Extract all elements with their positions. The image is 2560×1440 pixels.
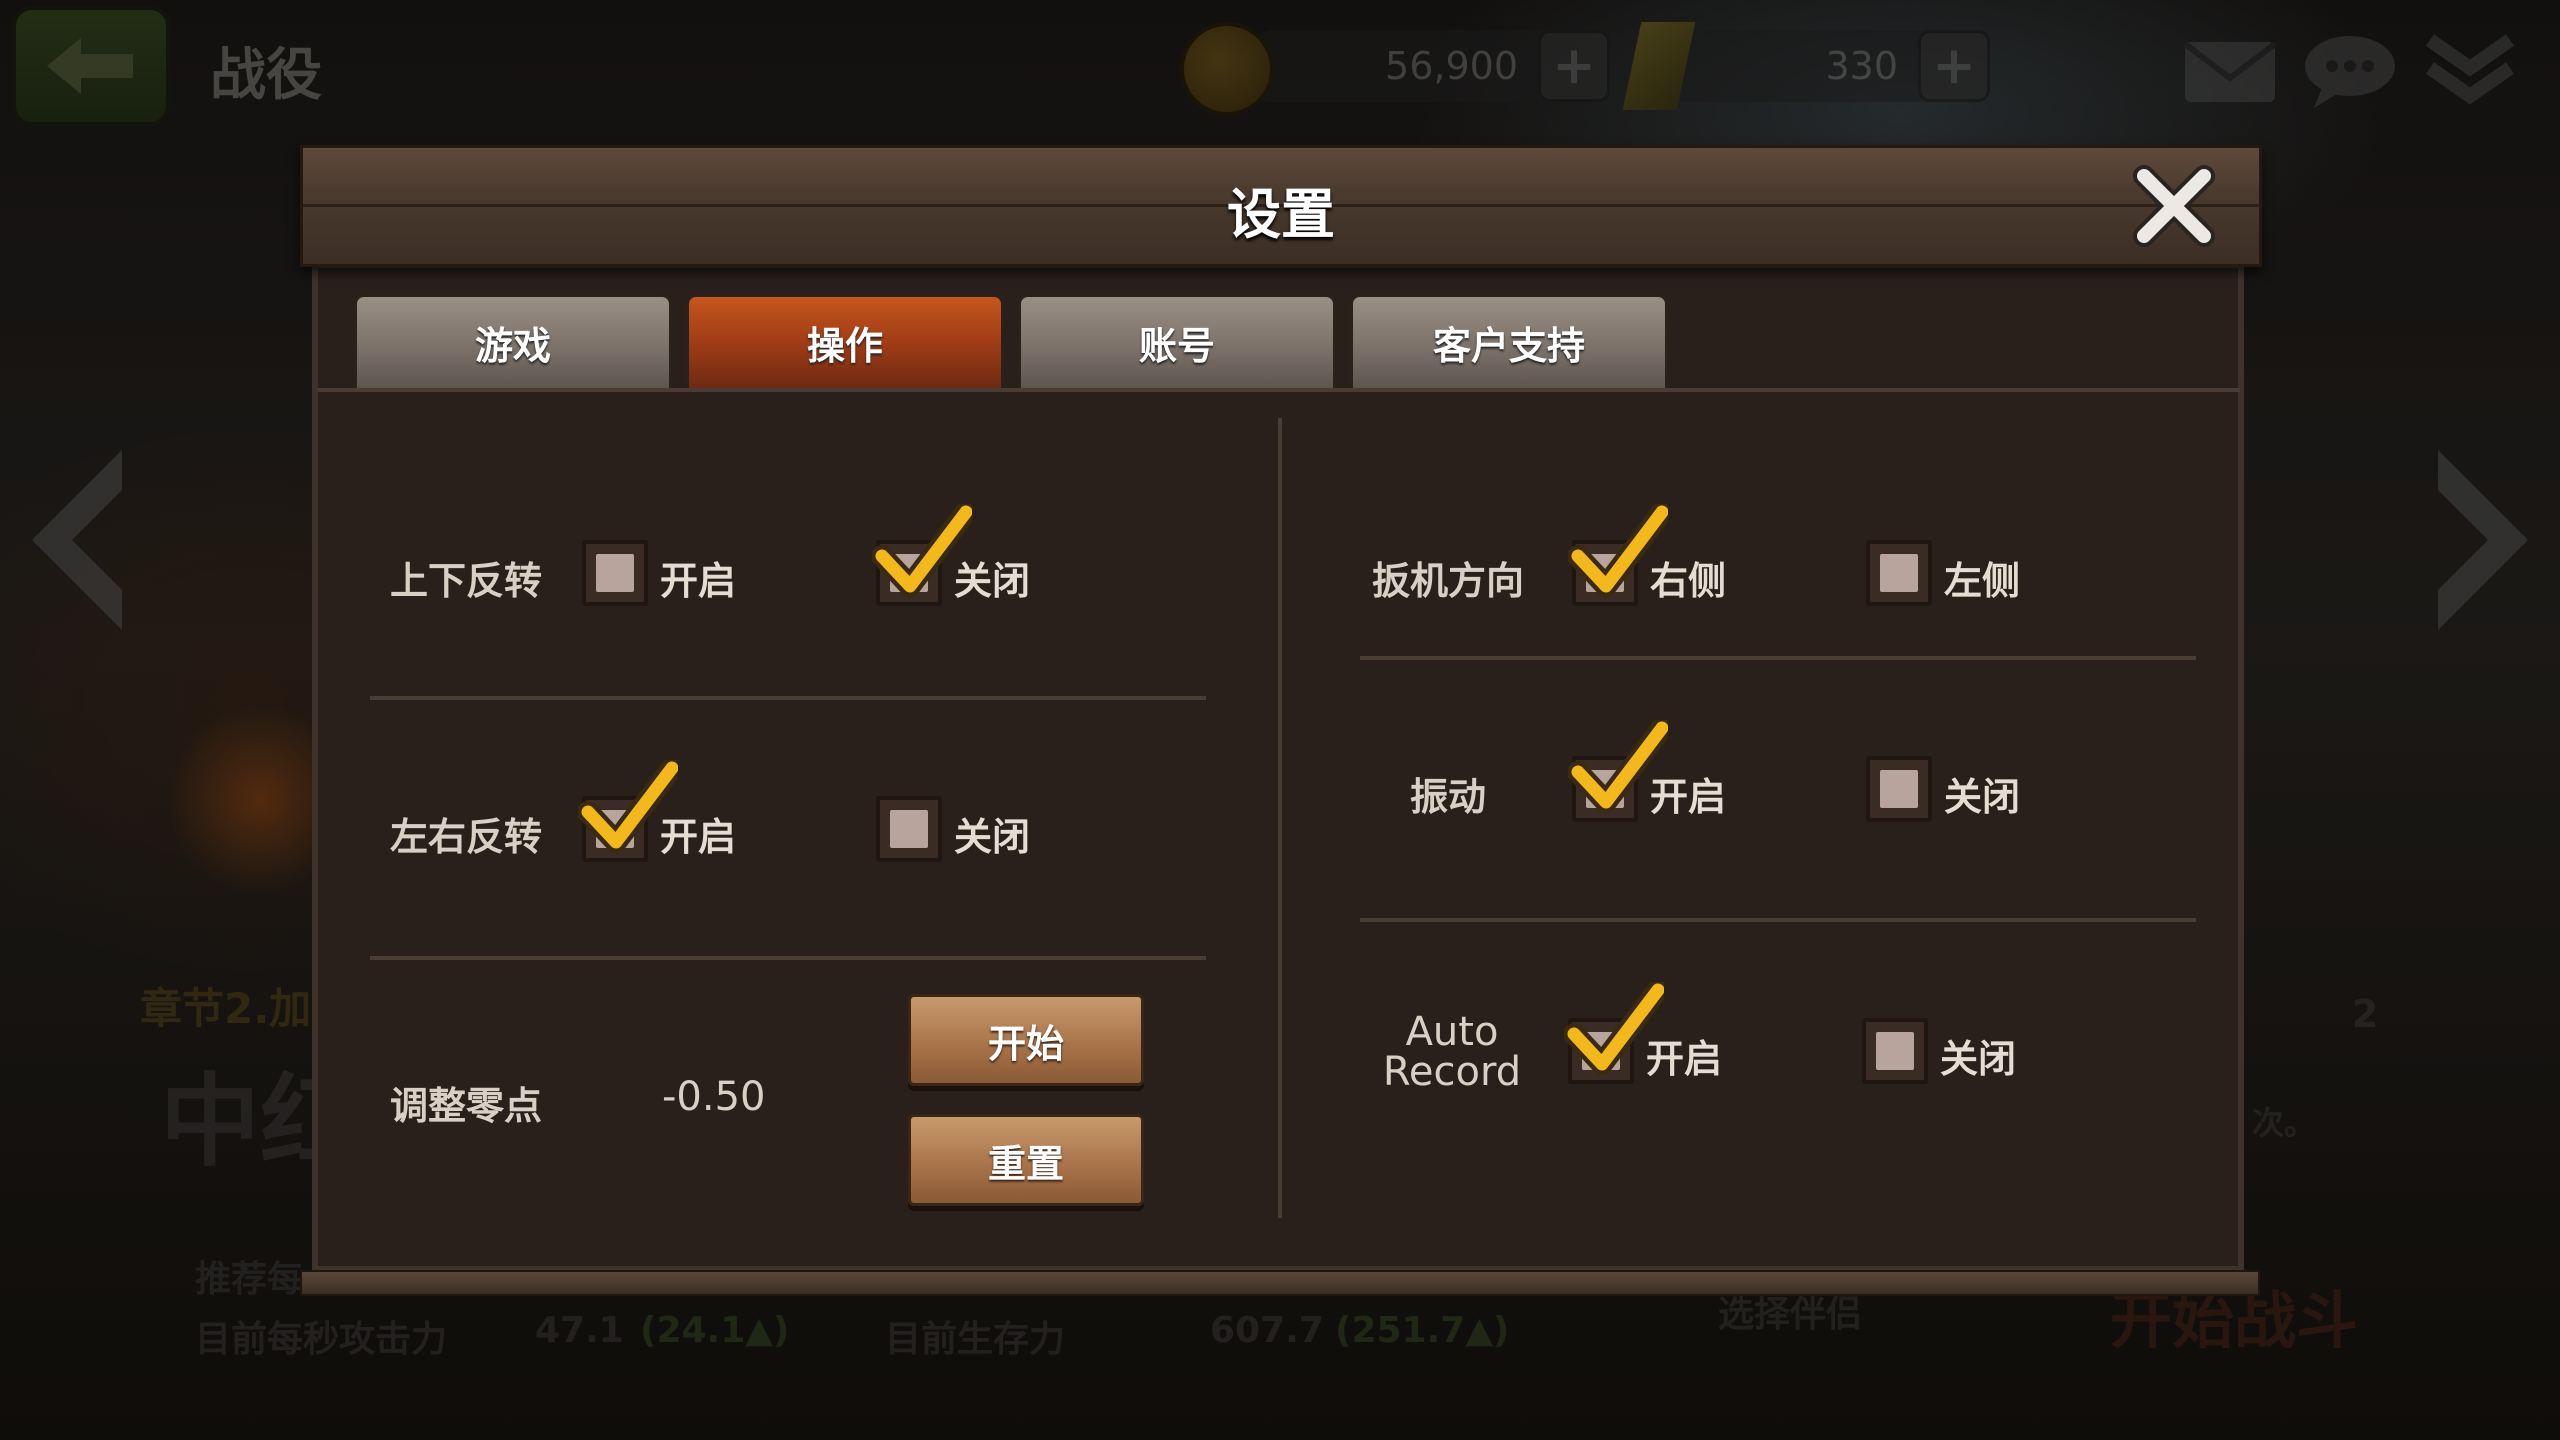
trigger-left-label: 左侧 xyxy=(1944,559,2021,603)
invert-y-on-label: 开启 xyxy=(660,559,737,603)
row-divider xyxy=(1360,656,2196,660)
trigger-left-checkbox[interactable] xyxy=(1866,540,1932,606)
dialog-title: 设置 xyxy=(1227,183,1335,246)
zero-point-start-button[interactable]: 开始 xyxy=(908,994,1144,1086)
auto-record-label-line2: Record xyxy=(1382,1049,1522,1095)
zero-point-reset-button[interactable]: 重置 xyxy=(908,1114,1144,1206)
vibration-on-label: 开启 xyxy=(1650,775,1727,819)
trigger-right-checkbox[interactable] xyxy=(1568,504,1668,606)
vibration-on-checkbox[interactable] xyxy=(1568,720,1668,822)
trigger-side-label: 扳机方向 xyxy=(1372,559,1525,603)
invert-x-off-checkbox[interactable] xyxy=(876,796,942,862)
row-divider xyxy=(1360,918,2196,922)
invert-x-on-checkbox[interactable] xyxy=(578,760,678,862)
invert-y-off-label: 关闭 xyxy=(954,559,1031,603)
close-icon xyxy=(2133,165,2215,247)
auto-record-on-checkbox[interactable] xyxy=(1564,982,1664,1084)
row-divider xyxy=(370,956,1206,960)
invert-y-on-checkbox[interactable] xyxy=(582,540,648,606)
invert-y-off-checkbox[interactable] xyxy=(872,504,972,606)
invert-x-label: 左右反转 xyxy=(390,815,543,859)
invert-y-label: 上下反转 xyxy=(390,559,543,603)
zero-point-value: -0.50 xyxy=(662,1074,766,1120)
auto-record-label-line1: Auto xyxy=(1405,1009,1499,1055)
close-button[interactable] xyxy=(2128,160,2220,252)
invert-x-off-label: 关闭 xyxy=(954,815,1031,859)
dialog-header: 设置 xyxy=(300,145,2262,267)
tab-controls[interactable]: 操作 xyxy=(686,294,1004,388)
zero-point-label: 调整零点 xyxy=(390,1084,543,1128)
trigger-right-label: 右侧 xyxy=(1650,559,1727,603)
dialog-bottom-edge xyxy=(300,1270,2260,1296)
row-divider xyxy=(370,696,1206,700)
invert-x-on-label: 开启 xyxy=(660,815,737,859)
auto-record-off-label: 关闭 xyxy=(1940,1037,2017,1081)
vibration-off-label: 关闭 xyxy=(1944,775,2021,819)
tab-underline xyxy=(318,388,2240,392)
column-divider xyxy=(1278,418,1282,1218)
tab-game[interactable]: 游戏 xyxy=(354,294,672,388)
auto-record-off-checkbox[interactable] xyxy=(1862,1018,1928,1084)
tab-account[interactable]: 账号 xyxy=(1018,294,1336,388)
auto-record-label: Auto Record xyxy=(1382,1012,1522,1092)
tab-support[interactable]: 客户支持 xyxy=(1350,294,1668,388)
auto-record-on-label: 开启 xyxy=(1646,1037,1723,1081)
vibration-label: 振动 xyxy=(1410,775,1487,819)
vibration-off-checkbox[interactable] xyxy=(1866,756,1932,822)
